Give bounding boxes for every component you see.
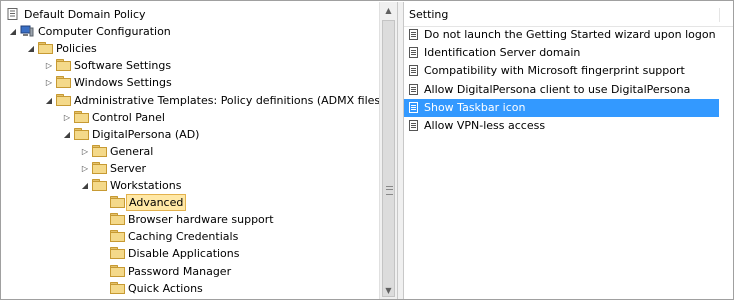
policy-setting-icon [409,101,418,113]
computer-icon [20,25,34,37]
tree-item[interactable]: ▷ Software Settings [2,57,379,74]
collapse-arrow-icon[interactable]: ◢ [26,40,36,57]
tree-item[interactable]: ◢ Administrative Templates: Policy defini… [2,92,384,109]
tree-item-label: Advanced [126,194,187,212]
tree-item-label: Policies [56,42,97,56]
tree-item-label: Computer Configuration [38,25,171,39]
folder-icon [38,42,53,55]
scroll-down-icon[interactable]: ▼ [380,282,397,299]
expand-arrow-icon[interactable]: ▷ [80,160,90,177]
folder-icon [110,247,125,260]
collapse-arrow-icon[interactable]: ◢ [80,177,90,194]
setting-row[interactable]: Compatibility with Microsoft fingerprint… [404,62,719,80]
tree-item[interactable]: Quick Actions [2,280,379,297]
folder-icon [110,281,125,294]
setting-row[interactable]: Do not launch the Getting Started wizard… [404,26,719,44]
policy-setting-icon [409,65,418,77]
tree-item-label: Administrative Templates: Policy definit… [74,93,385,107]
folder-icon [74,110,89,123]
column-header-label: Setting [409,8,449,21]
setting-label: Do not launch the Getting Started wizard… [424,28,716,41]
tree-item-label: Workstations [110,179,182,192]
tree-item[interactable]: Disable Applications [2,245,379,262]
expand-arrow-icon[interactable]: ▷ [80,143,90,160]
tree-item[interactable]: ▷ Server [2,160,379,177]
folder-icon [56,93,71,106]
setting-row[interactable]: Allow VPN-less access [404,117,719,135]
tree-item[interactable]: ▷ General [2,143,379,160]
tree-item-label: Server [110,161,147,175]
tree-item[interactable]: ◢ Workstations [2,177,379,194]
tree-item[interactable]: ◢ Policies [2,40,379,57]
expand-arrow-icon[interactable]: ▷ [62,109,72,126]
folder-icon [110,264,125,277]
gpo-editor-window: Default Domain Policy ◢ Computer Configura… [0,0,734,300]
tree-item[interactable]: Default Domain Policy [2,6,379,23]
policy-icon [6,8,20,20]
tree-item-label: Software Settings [74,59,172,73]
collapse-arrow-icon[interactable]: ◢ [8,23,18,40]
tree-item-label: Browser hardware support [128,213,274,227]
tree-item[interactable]: ▷ Windows Settings [2,74,379,91]
settings-pane: Setting Do not launch the Getting Starte… [404,2,733,299]
scroll-up-icon[interactable]: ▲ [380,2,397,19]
folder-icon [74,127,89,140]
column-separator[interactable] [719,8,720,22]
setting-label: Identification Server domain [424,46,581,60]
tree-item-label: Caching Credentials [128,230,239,244]
tree-item[interactable]: Advanced [2,194,379,212]
folder-icon [92,144,107,157]
policy-setting-icon [409,47,418,59]
policy-tree[interactable]: Default Domain Policy ◢ Computer Configura… [2,2,384,299]
expand-arrow-icon[interactable]: ▷ [44,74,54,91]
folder-icon [56,76,71,89]
folder-icon [110,213,125,226]
folder-icon [110,230,125,243]
tree-item-label: Control Panel [92,110,165,124]
tree-item-label: Disable Applications [128,247,240,261]
collapse-arrow-icon[interactable]: ◢ [44,92,54,109]
scrollbar-thumb[interactable] [382,20,395,297]
tree-item-label: General [110,144,154,158]
tree-item-label: Quick Actions [128,281,203,295]
policy-setting-icon [409,120,418,131]
folder-icon [110,196,125,209]
tree-item[interactable]: ◢ DigitalPersona (AD) [2,126,379,143]
setting-row[interactable]: Show Taskbar icon [404,98,719,117]
tree-item[interactable]: Password Manager [2,263,379,280]
setting-row[interactable]: Allow DigitalPersona client to use Digit… [404,81,719,114]
tree-item-label: Password Manager [128,264,232,278]
setting-column-header[interactable]: Setting [404,6,733,27]
tree-item[interactable]: Caching Credentials [2,228,379,245]
folder-icon [92,161,107,174]
tree-item[interactable]: ▷ Control Panel [2,109,379,126]
tree-item[interactable]: ◢ Computer Configuration [2,23,379,40]
policy-setting-icon [409,29,418,40]
tree-item-label: Windows Settings [74,76,172,90]
pane-splitter[interactable] [397,2,404,299]
tree-item-label: DigitalPersona (AD) [92,127,200,141]
setting-label: Show Taskbar icon [424,100,526,114]
tree-item-label: Default Domain Policy [24,8,146,21]
setting-label: Compatibility with Microsoft fingerprint… [424,64,685,78]
collapse-arrow-icon[interactable]: ◢ [62,126,72,143]
folder-icon [92,179,107,191]
folder-icon [56,59,71,72]
setting-label: Allow VPN-less access [424,119,546,132]
setting-row[interactable]: Identification Server domain [404,44,719,62]
tree-scrollbar[interactable]: ▲ ▼ [379,2,397,299]
policy-setting-icon [409,83,418,95]
tree-item[interactable]: Browser hardware support [2,211,379,228]
expand-arrow-icon[interactable]: ▷ [44,57,54,74]
grip-icon [386,186,393,195]
